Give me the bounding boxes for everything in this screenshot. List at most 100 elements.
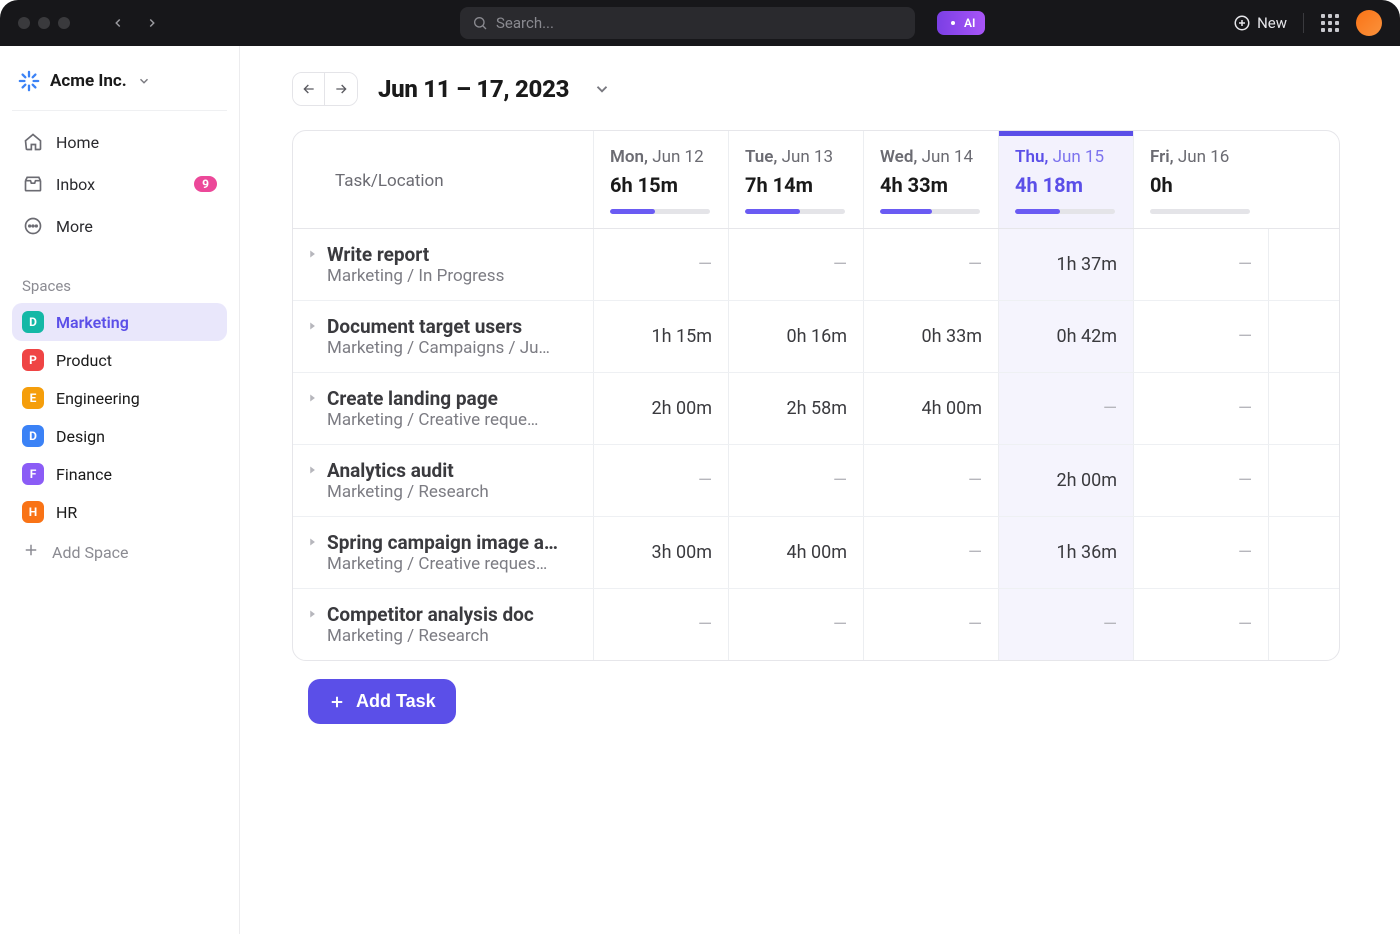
avatar[interactable] — [1356, 10, 1382, 36]
time-cell[interactable]: — — [998, 373, 1133, 444]
home-icon — [22, 131, 44, 153]
new-button[interactable]: New — [1233, 14, 1287, 32]
sidebar-space-engineering[interactable]: EEngineering — [12, 379, 227, 417]
space-icon: D — [22, 311, 44, 333]
time-cell[interactable]: — — [998, 589, 1133, 660]
nav-inbox[interactable]: Inbox 9 — [12, 165, 227, 203]
inbox-icon — [22, 173, 44, 195]
time-cell[interactable]: — — [593, 589, 728, 660]
time-cell[interactable]: — — [593, 445, 728, 516]
caret-right-icon — [305, 247, 319, 261]
search-placeholder: Search... — [496, 14, 554, 32]
time-cell[interactable]: — — [728, 445, 863, 516]
col-day-header[interactable]: Mon, Jun 126h 15m — [593, 131, 728, 228]
workspace-logo-icon — [18, 70, 40, 92]
task-path: Marketing / In Progress — [327, 266, 504, 286]
caret-right-icon — [305, 391, 319, 405]
overflow-cell — [1268, 229, 1308, 300]
window-controls[interactable] — [18, 17, 70, 29]
sidebar-space-finance[interactable]: FFinance — [12, 455, 227, 493]
time-cell[interactable]: — — [863, 589, 998, 660]
col-task-header: Task/Location — [293, 131, 593, 228]
nav-more[interactable]: More — [12, 207, 227, 245]
space-label: Engineering — [56, 389, 140, 408]
ai-button[interactable]: AI — [937, 11, 985, 35]
time-cell[interactable]: 1h 36m — [998, 517, 1133, 588]
plus-circle-icon — [1233, 14, 1251, 32]
task-name: Write report — [327, 243, 504, 266]
task-cell[interactable]: Competitor analysis docMarketing / Resea… — [293, 589, 593, 660]
time-cell[interactable]: — — [863, 445, 998, 516]
time-cell[interactable]: 2h 58m — [728, 373, 863, 444]
chevron-left-icon — [111, 16, 125, 30]
spaces-label: Spaces — [12, 257, 227, 303]
task-cell[interactable]: Write reportMarketing / In Progress — [293, 229, 593, 300]
time-cell[interactable]: — — [728, 589, 863, 660]
date-prev-button[interactable] — [293, 73, 325, 105]
date-next-button[interactable] — [325, 73, 357, 105]
nav-back-button[interactable] — [104, 9, 132, 37]
time-cell[interactable]: — — [1133, 229, 1268, 300]
task-path: Marketing / Campaigns / Ju… — [327, 338, 550, 358]
task-cell[interactable]: Spring campaign image a…Marketing / Crea… — [293, 517, 593, 588]
sidebar-space-design[interactable]: DDesign — [12, 417, 227, 455]
sidebar-space-hr[interactable]: HHR — [12, 493, 227, 531]
caret-right-icon — [305, 535, 319, 549]
col-day-header[interactable]: Thu, Jun 154h 18m — [998, 131, 1133, 228]
main-content: Jun 11 – 17, 2023 Task/LocationMon, Jun … — [240, 46, 1400, 934]
time-cell[interactable]: — — [1133, 517, 1268, 588]
caret-right-icon — [305, 463, 319, 477]
col-overflow — [1268, 131, 1308, 228]
chevron-right-icon — [145, 16, 159, 30]
more-icon — [22, 215, 44, 237]
add-task-button[interactable]: Add Task — [308, 679, 456, 724]
time-cell[interactable]: 0h 33m — [863, 301, 998, 372]
col-day-header[interactable]: Wed, Jun 144h 33m — [863, 131, 998, 228]
search-input[interactable]: Search... — [460, 7, 915, 39]
nav-home[interactable]: Home — [12, 123, 227, 161]
time-cell[interactable]: 2h 00m — [998, 445, 1133, 516]
col-day-header[interactable]: Tue, Jun 137h 14m — [728, 131, 863, 228]
time-cell[interactable]: — — [863, 229, 998, 300]
time-cell[interactable]: 0h 16m — [728, 301, 863, 372]
time-cell[interactable]: 4h 00m — [863, 373, 998, 444]
time-cell[interactable]: 2h 00m — [593, 373, 728, 444]
time-cell[interactable]: — — [728, 229, 863, 300]
workspace-switcher[interactable]: Acme Inc. — [12, 60, 227, 111]
arrow-right-icon — [333, 81, 349, 97]
time-cell[interactable]: 0h 42m — [998, 301, 1133, 372]
sidebar-space-marketing[interactable]: DMarketing — [12, 303, 227, 341]
time-cell[interactable]: — — [1133, 445, 1268, 516]
inbox-badge: 9 — [194, 176, 217, 192]
col-day-header[interactable]: Fri, Jun 160h — [1133, 131, 1268, 228]
task-cell[interactable]: Analytics auditMarketing / Research — [293, 445, 593, 516]
task-path: Marketing / Research — [327, 626, 534, 646]
time-cell[interactable]: — — [863, 517, 998, 588]
apps-icon[interactable] — [1320, 13, 1340, 33]
date-range[interactable]: Jun 11 – 17, 2023 — [378, 75, 569, 103]
time-cell[interactable]: 1h 37m — [998, 229, 1133, 300]
task-path: Marketing / Research — [327, 482, 489, 502]
time-cell[interactable]: — — [1133, 589, 1268, 660]
time-cell[interactable]: 1h 15m — [593, 301, 728, 372]
search-icon — [472, 15, 488, 31]
add-space-button[interactable]: Add Space — [12, 531, 227, 573]
time-cell[interactable]: — — [1133, 373, 1268, 444]
task-name: Document target users — [327, 315, 550, 338]
time-cell[interactable]: — — [593, 229, 728, 300]
space-icon: P — [22, 349, 44, 371]
table-row: Spring campaign image a…Marketing / Crea… — [293, 517, 1339, 589]
sidebar-space-product[interactable]: P Product — [12, 341, 227, 379]
task-cell[interactable]: Document target usersMarketing / Campaig… — [293, 301, 593, 372]
space-label: Product — [56, 351, 112, 370]
task-name: Analytics audit — [327, 459, 489, 482]
time-cell[interactable]: 3h 00m — [593, 517, 728, 588]
nav-forward-button[interactable] — [138, 9, 166, 37]
time-cell[interactable]: 4h 00m — [728, 517, 863, 588]
task-cell[interactable]: Create landing pageMarketing / Creative … — [293, 373, 593, 444]
overflow-cell — [1268, 373, 1308, 444]
time-cell[interactable]: — — [1133, 301, 1268, 372]
chevron-down-icon[interactable] — [593, 80, 611, 98]
date-nav — [292, 72, 358, 106]
task-path: Marketing / Creative reque… — [327, 410, 538, 430]
